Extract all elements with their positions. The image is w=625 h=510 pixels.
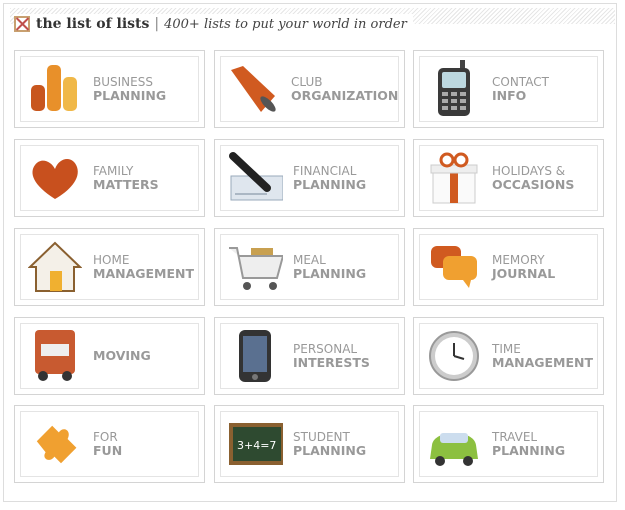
label-line2: MANAGEMENT bbox=[93, 266, 195, 281]
puzzle-icon bbox=[27, 414, 83, 474]
label-line1: HOME bbox=[93, 253, 130, 267]
label-line1: TRAVEL bbox=[492, 430, 538, 444]
category-card-inner: CLUB ORGANIZATION bbox=[220, 56, 399, 122]
category-label: BUSINESS PLANNING bbox=[93, 75, 166, 103]
category-card-inner: MEAL PLANNING bbox=[220, 234, 399, 300]
checkbox-logo-icon bbox=[14, 16, 30, 32]
svg-text:3+4=7: 3+4=7 bbox=[237, 439, 276, 452]
category-label: CLUB ORGANIZATION bbox=[291, 75, 398, 103]
category-family-matters[interactable]: FAMILY MATTERS bbox=[14, 139, 205, 217]
label-line2: PLANNING bbox=[492, 443, 566, 458]
category-label: TIME MANAGEMENT bbox=[492, 342, 593, 370]
bar-chart-icon bbox=[27, 59, 83, 119]
category-contact-info[interactable]: CONTACT INFO bbox=[413, 50, 604, 128]
category-card-inner: PERSONAL INTERESTS bbox=[220, 323, 399, 389]
category-personal-interests[interactable]: PERSONAL INTERESTS bbox=[214, 317, 405, 395]
label-line2: PLANNING bbox=[293, 177, 367, 192]
label-line1: STUDENT bbox=[293, 430, 350, 444]
category-label: MEAL PLANNING bbox=[293, 253, 366, 281]
category-card-inner: BUSINESS PLANNING bbox=[20, 56, 199, 122]
truck-icon bbox=[27, 326, 83, 386]
house-icon bbox=[27, 237, 83, 297]
category-label: HOME MANAGEMENT bbox=[93, 253, 194, 281]
category-card-inner: FINANCIAL PLANNING bbox=[220, 145, 399, 211]
chalkboard-icon: 3+4=7 bbox=[227, 414, 283, 474]
check-pen-icon bbox=[227, 148, 283, 208]
category-card-inner: CONTACT INFO bbox=[419, 56, 598, 122]
tagline: 400+ lists to put your world in order bbox=[164, 16, 407, 32]
car-icon bbox=[426, 414, 482, 474]
category-card-inner: MEMORY JOURNAL bbox=[419, 234, 598, 300]
category-label: MOVING bbox=[93, 349, 151, 363]
phone-icon bbox=[426, 59, 482, 119]
label-line2: OCCASIONS bbox=[492, 177, 575, 192]
label-line1: TIME bbox=[492, 342, 521, 356]
category-time-management[interactable]: TIME MANAGEMENT bbox=[413, 317, 604, 395]
label-line1: MEMORY bbox=[492, 253, 545, 267]
heart-icon bbox=[27, 148, 83, 208]
category-label: FAMILY MATTERS bbox=[93, 164, 159, 192]
category-label: MEMORY JOURNAL bbox=[492, 253, 555, 281]
label-line1: HOLIDAYS & bbox=[492, 164, 566, 178]
clock-icon bbox=[426, 326, 482, 386]
label-line2: JOURNAL bbox=[492, 266, 556, 281]
label-line1: FAMILY bbox=[93, 164, 134, 178]
category-card-inner: HOME MANAGEMENT bbox=[20, 234, 199, 300]
label-line2: FUN bbox=[93, 443, 123, 458]
category-memory-journal[interactable]: MEMORY JOURNAL bbox=[413, 228, 604, 306]
category-card-inner: HOLIDAYS & OCCASIONS bbox=[419, 145, 598, 211]
category-holidays-occasions[interactable]: HOLIDAYS & OCCASIONS bbox=[413, 139, 604, 217]
gift-icon bbox=[426, 148, 482, 208]
category-business-planning[interactable]: BUSINESS PLANNING bbox=[14, 50, 205, 128]
header: the list of lists | 400+ lists to put yo… bbox=[14, 14, 413, 34]
label-line1: MEAL bbox=[293, 253, 326, 267]
category-card-inner: TIME MANAGEMENT bbox=[419, 323, 598, 389]
label-line1: PERSONAL bbox=[293, 342, 358, 356]
category-card-inner: 3+4=7 STUDENT PLANNING bbox=[220, 411, 399, 477]
label-line2: PLANNING bbox=[93, 88, 167, 103]
label-line2: INTERESTS bbox=[293, 355, 370, 370]
separator: | bbox=[154, 16, 160, 32]
label-line2: PLANNING bbox=[293, 443, 367, 458]
category-moving[interactable]: MOVING bbox=[14, 317, 205, 395]
category-card-inner: MOVING bbox=[20, 323, 199, 389]
category-card-inner: FAMILY MATTERS bbox=[20, 145, 199, 211]
category-label: FINANCIAL PLANNING bbox=[293, 164, 366, 192]
label-line1: BUSINESS bbox=[93, 75, 153, 89]
megaphone-icon bbox=[227, 59, 281, 119]
category-student-planning[interactable]: 3+4=7 STUDENT PLANNING bbox=[214, 405, 405, 483]
category-financial-planning[interactable]: FINANCIAL PLANNING bbox=[214, 139, 405, 217]
category-label: FOR FUN bbox=[93, 430, 122, 458]
category-for-fun[interactable]: FOR FUN bbox=[14, 405, 205, 483]
label-line2: PLANNING bbox=[293, 266, 367, 281]
shopping-cart-icon bbox=[227, 237, 283, 297]
speech-bubbles-icon bbox=[426, 237, 482, 297]
label-line2: MATTERS bbox=[93, 177, 159, 192]
category-label: PERSONAL INTERESTS bbox=[293, 342, 370, 370]
smartphone-icon bbox=[227, 326, 283, 386]
label-line2: MOVING bbox=[93, 348, 151, 363]
label-line2: ORGANIZATION bbox=[291, 88, 399, 103]
label-line2: INFO bbox=[492, 88, 527, 103]
category-label: HOLIDAYS & OCCASIONS bbox=[492, 164, 574, 192]
label-line1: FOR bbox=[93, 430, 118, 444]
category-meal-planning[interactable]: MEAL PLANNING bbox=[214, 228, 405, 306]
category-club-organization[interactable]: CLUB ORGANIZATION bbox=[214, 50, 405, 128]
label-line1: CONTACT bbox=[492, 75, 549, 89]
category-card-inner: TRAVEL PLANNING bbox=[419, 411, 598, 477]
category-label: TRAVEL PLANNING bbox=[492, 430, 565, 458]
label-line1: CLUB bbox=[291, 75, 323, 89]
label-line1: FINANCIAL bbox=[293, 164, 357, 178]
category-card-inner: FOR FUN bbox=[20, 411, 199, 477]
label-line2: MANAGEMENT bbox=[492, 355, 594, 370]
page-title: the list of lists bbox=[36, 16, 150, 32]
category-label: STUDENT PLANNING bbox=[293, 430, 366, 458]
category-home-management[interactable]: HOME MANAGEMENT bbox=[14, 228, 205, 306]
category-travel-planning[interactable]: TRAVEL PLANNING bbox=[413, 405, 604, 483]
category-label: CONTACT INFO bbox=[492, 75, 549, 103]
